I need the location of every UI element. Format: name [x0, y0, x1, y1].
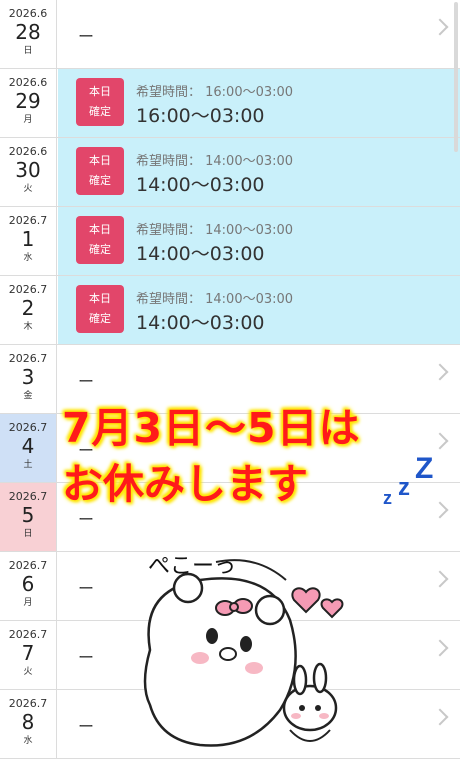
date-weekday: 土 — [23, 460, 33, 470]
no-shift-dash: ー — [78, 717, 95, 736]
date-year-month: 2026.7 — [8, 490, 48, 503]
date-year-month: 2026.7 — [8, 283, 48, 296]
chevron-right-icon[interactable] — [431, 363, 449, 381]
chevron-right-icon[interactable] — [431, 570, 449, 588]
date-cell: 2026.7 1 水 — [0, 207, 57, 275]
sleep-z-small: z — [383, 488, 392, 508]
bowing-bears-sticker — [143, 559, 344, 747]
requested-time: 希望時間： 14:00〜03:00 — [136, 223, 294, 238]
date-year-month: 2026.7 — [8, 628, 48, 641]
date-weekday: 木 — [23, 322, 33, 332]
date-weekday: 月 — [23, 598, 33, 608]
badge-line2: 確定 — [89, 105, 111, 118]
date-cell: 2026.7 3 金 — [0, 345, 57, 413]
date-year-month: 2026.7 — [8, 214, 48, 227]
date-day: 4 — [21, 434, 35, 458]
sleep-z-large: Z — [415, 452, 434, 485]
chevron-right-icon[interactable] — [431, 708, 449, 726]
no-shift-dash: ー — [78, 648, 95, 667]
date-weekday: 日 — [23, 46, 33, 56]
date-cell: 2026.7 2 木 — [0, 276, 57, 344]
heart-icon — [291, 587, 321, 614]
badge-line1: 本日 — [89, 292, 111, 305]
date-year-month: 2026.7 — [8, 697, 48, 710]
date-weekday: 日 — [23, 529, 33, 539]
no-shift-dash: ー — [78, 27, 95, 46]
shift-time: 16:00〜03:00 — [136, 105, 265, 127]
shift-time: 14:00〜03:00 — [136, 312, 265, 334]
date-day: 2 — [21, 296, 35, 320]
confirmed-badge: 本日 確定 — [76, 78, 124, 126]
requested-time: 希望時間： 14:00〜03:00 — [136, 292, 294, 307]
chevron-right-icon[interactable] — [431, 639, 449, 657]
confirmed-badge: 本日 確定 — [76, 285, 124, 333]
badge-line1: 本日 — [89, 223, 111, 236]
date-day: 7 — [21, 641, 35, 665]
date-day: 3 — [21, 365, 35, 389]
date-weekday: 火 — [23, 667, 33, 677]
chevron-right-icon[interactable] — [431, 18, 449, 36]
shift-time: 14:00〜03:00 — [136, 243, 265, 265]
list-item[interactable]: 2026.6 29 月本日 確定 希望時間： 16:00〜03:00 16:00〜03:0… — [0, 69, 460, 138]
badge-line2: 確定 — [89, 174, 111, 187]
list-item[interactable]: 2026.7 2 木本日 確定 希望時間： 14:00〜03:00 14:00〜03:00 — [0, 276, 460, 345]
badge-line1: 本日 — [89, 154, 111, 167]
date-weekday: 水 — [23, 736, 33, 746]
no-shift-dash: ー — [78, 579, 95, 598]
date-year-month: 2026.6 — [8, 76, 48, 89]
date-cell: 2026.6 28 日 — [0, 0, 57, 68]
list-item[interactable]: 2026.6 28 日 ー — [0, 0, 460, 69]
requested-time: 希望時間： 16:00〜03:00 — [136, 85, 294, 100]
date-cell: 2026.6 29 月 — [0, 69, 57, 137]
shift-cell[interactable]: 本日 確定 希望時間： 14:00〜03:00 14:00〜03:00 — [58, 138, 460, 206]
shift-time: 14:00〜03:00 — [136, 174, 265, 196]
date-year-month: 2026.6 — [8, 7, 48, 20]
date-cell: 2026.7 7 火 — [0, 621, 57, 689]
date-day: 5 — [21, 503, 35, 527]
shift-cell[interactable]: ー — [58, 0, 460, 68]
date-weekday: 水 — [23, 253, 33, 263]
date-year-month: 2026.7 — [8, 352, 48, 365]
date-cell: 2026.7 5 日 — [0, 483, 57, 551]
confirmed-badge: 本日 確定 — [76, 216, 124, 264]
date-weekday: 金 — [23, 391, 33, 401]
date-day: 29 — [15, 89, 41, 113]
sleep-z-medium: z — [398, 474, 410, 501]
date-year-month: 2026.7 — [8, 559, 48, 572]
date-cell: 2026.7 8 水 — [0, 690, 57, 758]
date-cell: 2026.7 6 月 — [0, 552, 57, 620]
no-shift-dash: ー — [78, 372, 95, 391]
date-year-month: 2026.7 — [8, 421, 48, 434]
list-item[interactable]: 2026.7 1 水本日 確定 希望時間： 14:00〜03:00 14:00〜03:00 — [0, 207, 460, 276]
date-day: 28 — [15, 20, 41, 44]
shift-cell[interactable]: 本日 確定 希望時間： 14:00〜03:00 14:00〜03:00 — [58, 276, 460, 344]
date-day: 1 — [21, 227, 35, 251]
confirmed-badge: 本日 確定 — [76, 147, 124, 195]
shift-cell[interactable]: 本日 確定 希望時間： 14:00〜03:00 14:00〜03:00 — [58, 207, 460, 275]
scrollbar[interactable] — [454, 2, 458, 152]
list-item[interactable]: 2026.6 30 火本日 確定 希望時間： 14:00〜03:00 14:00〜03:0… — [0, 138, 460, 207]
date-weekday: 月 — [23, 115, 33, 125]
badge-line2: 確定 — [89, 312, 111, 325]
badge-line2: 確定 — [89, 243, 111, 256]
heart-icon — [320, 598, 344, 619]
shift-cell[interactable]: 本日 確定 希望時間： 16:00〜03:00 16:00〜03:00 — [58, 69, 460, 137]
date-weekday: 火 — [23, 184, 33, 194]
date-year-month: 2026.6 — [8, 145, 48, 158]
date-day: 30 — [15, 158, 41, 182]
date-day: 6 — [21, 572, 35, 596]
badge-line1: 本日 — [89, 85, 111, 98]
date-cell: 2026.6 30 火 — [0, 138, 57, 206]
date-cell: 2026.7 4 土 — [0, 414, 57, 482]
date-day: 8 — [21, 710, 35, 734]
requested-time: 希望時間： 14:00〜03:00 — [136, 154, 294, 169]
holiday-notice-line1: 7月3日〜5日は — [62, 404, 361, 452]
